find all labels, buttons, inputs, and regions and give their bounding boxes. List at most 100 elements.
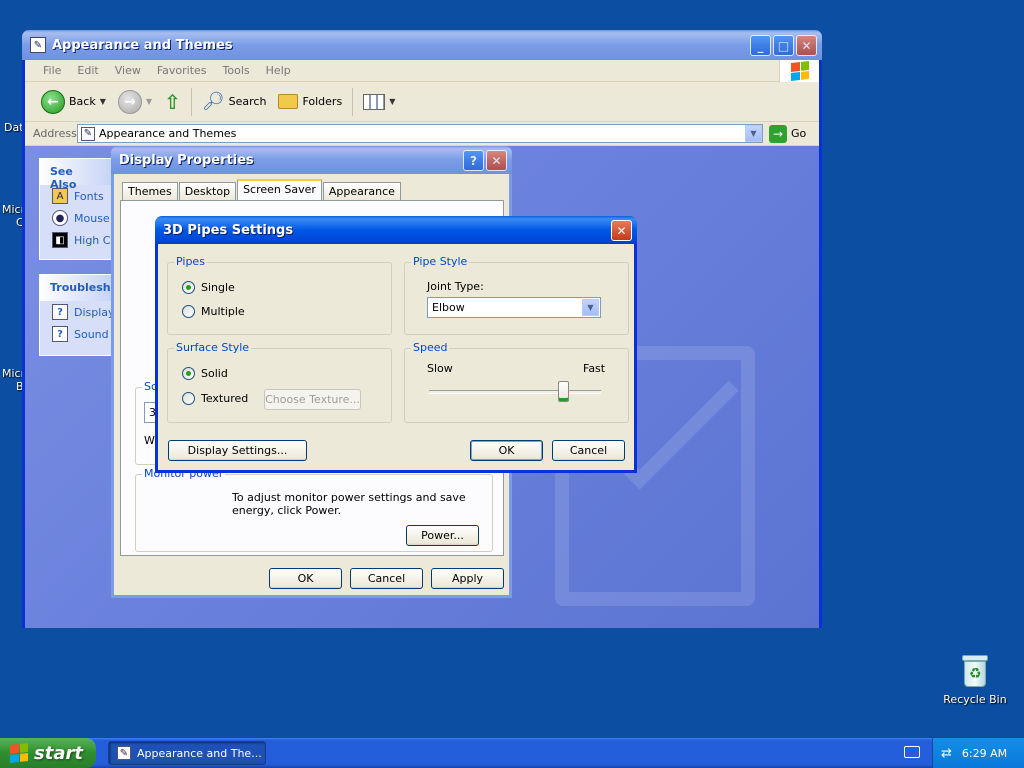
single-radio[interactable]: Single (182, 281, 235, 294)
views-button[interactable]: ▼ (357, 85, 401, 119)
recycle-bin-icon: ♻ (960, 655, 990, 687)
recycle-bin-label: Recycle Bin (943, 693, 1007, 706)
search-icon: 🔎︎ (201, 91, 225, 112)
cancel-button[interactable]: Cancel (350, 568, 423, 589)
multiple-label: Multiple (201, 305, 245, 318)
address-label: Address (33, 127, 77, 140)
choose-texture-button[interactable]: Choose Texture... (264, 389, 361, 410)
speed-slider-thumb[interactable] (558, 381, 570, 402)
back-label: Back (69, 95, 96, 108)
folder-icon (278, 94, 299, 109)
tab-appearance[interactable]: Appearance (322, 182, 401, 200)
address-value: Appearance and Themes (99, 127, 237, 140)
chevron-down-icon: ▼ (389, 97, 396, 106)
textured-radio[interactable]: Textured (182, 392, 248, 405)
menu-favorites[interactable]: Favorites (149, 62, 215, 79)
taskbar-item-label: Appearance and The... (137, 746, 262, 760)
fast-label: Fast (583, 362, 606, 375)
help-button[interactable]: ? (463, 150, 484, 171)
chevron-down-icon[interactable]: ▼ (146, 97, 152, 106)
menu-edit[interactable]: Edit (69, 62, 106, 79)
network-icon[interactable]: ⇄ (941, 746, 952, 761)
troubleshooter-sound[interactable]: ? Sound (40, 323, 112, 345)
recycle-bin[interactable]: ♻ Recycle Bin (940, 655, 1010, 706)
mouse-icon: ● (52, 210, 68, 226)
dialog-title: 3D Pipes Settings (163, 222, 294, 238)
forward-arrow-icon: → (117, 89, 142, 114)
chevron-down-icon[interactable]: ▼ (582, 299, 599, 316)
see-also-item-mouse[interactable]: ● Mouse I (40, 207, 112, 229)
window-title: Appearance and Themes (52, 37, 233, 53)
pipes-settings-titlebar[interactable]: 3D Pipes Settings ✕ (155, 216, 637, 244)
views-icon (363, 93, 386, 110)
tab-themes[interactable]: Themes (122, 182, 178, 200)
tab-strip: Themes Desktop Screen Saver Appearance (122, 179, 402, 200)
maximize-button[interactable]: □ (773, 35, 794, 56)
monitor-power-text: To adjust monitor power settings and sav… (232, 491, 466, 517)
radio-selected-icon (182, 281, 195, 294)
see-also-panel: See Also A Fonts ● Mouse I ◧ High Co (39, 158, 113, 260)
surface-style-title: Surface Style (174, 341, 252, 354)
slow-label: Slow (427, 362, 453, 375)
go-button[interactable]: → Go (769, 124, 806, 143)
help-icon: ? (52, 326, 68, 342)
close-button[interactable]: ✕ (796, 35, 817, 56)
taskbar: start ✎ Appearance and The... ⇄ 6:29 AM (0, 738, 1024, 768)
back-button[interactable]: ← Back ▼ (35, 85, 112, 119)
address-input[interactable]: ✎ Appearance and Themes ▼ (77, 124, 763, 143)
troubleshooter-display[interactable]: ? Display (40, 301, 112, 323)
ok-button[interactable]: OK (470, 440, 543, 461)
ok-button[interactable]: OK (269, 568, 342, 589)
high-contrast-icon: ◧ (52, 232, 68, 248)
close-button[interactable]: ✕ (611, 220, 632, 241)
folders-button[interactable]: Folders (272, 85, 348, 119)
speed-group: Speed Slow Fast (404, 341, 629, 423)
windows-logo-icon (779, 60, 819, 82)
search-button[interactable]: 🔎︎ Search (196, 85, 273, 119)
taskbar-item-appearance[interactable]: ✎ Appearance and The... (108, 741, 266, 765)
up-button[interactable]: ⇧ (158, 85, 187, 119)
clock[interactable]: 6:29 AM (962, 747, 1007, 760)
control-panel-icon: ✎ (81, 126, 95, 141)
start-button[interactable]: start (0, 738, 96, 768)
textured-label: Textured (201, 392, 249, 405)
menu-bar: File Edit View Favorites Tools Help (25, 60, 819, 82)
tab-screen-saver[interactable]: Screen Saver (237, 179, 322, 200)
menu-file[interactable]: File (35, 62, 69, 79)
menu-help[interactable]: Help (258, 62, 299, 79)
see-also-title[interactable]: See Also (40, 159, 112, 191)
see-also-label: Mouse I (74, 211, 112, 225)
radio-unselected-icon (182, 392, 195, 405)
multiple-radio[interactable]: Multiple (182, 305, 245, 318)
toolbar: ← Back ▼ → ▼ ⇧ 🔎︎ Search Folders ▼ (25, 82, 819, 122)
solid-radio[interactable]: Solid (182, 367, 228, 380)
chevron-down-icon[interactable]: ▼ (100, 97, 106, 106)
power-button[interactable]: Power... (406, 525, 479, 546)
close-button[interactable]: ✕ (486, 150, 507, 171)
display-properties-titlebar[interactable]: Display Properties ? ✕ (111, 146, 512, 174)
see-also-label: High Co (74, 233, 112, 247)
speed-slider-track[interactable] (429, 390, 601, 394)
minimize-button[interactable]: _ (750, 35, 771, 56)
forward-button[interactable]: → ▼ (112, 85, 158, 119)
radio-selected-icon (182, 367, 195, 380)
control-panel-icon: ✎ (117, 746, 131, 760)
cancel-button[interactable]: Cancel (552, 440, 625, 461)
help-icon: ? (52, 304, 68, 320)
joint-type-select[interactable]: Elbow ▼ (427, 297, 601, 318)
desktop-icon-label[interactable]: Dat (4, 121, 24, 134)
menu-tools[interactable]: Tools (215, 62, 258, 79)
keyboard-icon[interactable] (904, 746, 920, 758)
search-label: Search (228, 95, 267, 108)
address-dropdown-button[interactable]: ▼ (745, 125, 762, 142)
folder-icon: ✎ (30, 37, 46, 53)
up-folder-icon: ⇧ (164, 89, 181, 114)
tab-desktop[interactable]: Desktop (178, 182, 237, 200)
apply-button[interactable]: Apply (431, 568, 504, 589)
troubleshooters-title[interactable]: Troublesho (40, 275, 118, 301)
explorer-titlebar[interactable]: ✎ Appearance and Themes _ □ ✕ (22, 30, 822, 60)
see-also-item-high-contrast[interactable]: ◧ High Co (40, 229, 112, 251)
radio-unselected-icon (182, 305, 195, 318)
menu-view[interactable]: View (107, 62, 149, 79)
display-settings-button[interactable]: Display Settings... (168, 440, 307, 461)
